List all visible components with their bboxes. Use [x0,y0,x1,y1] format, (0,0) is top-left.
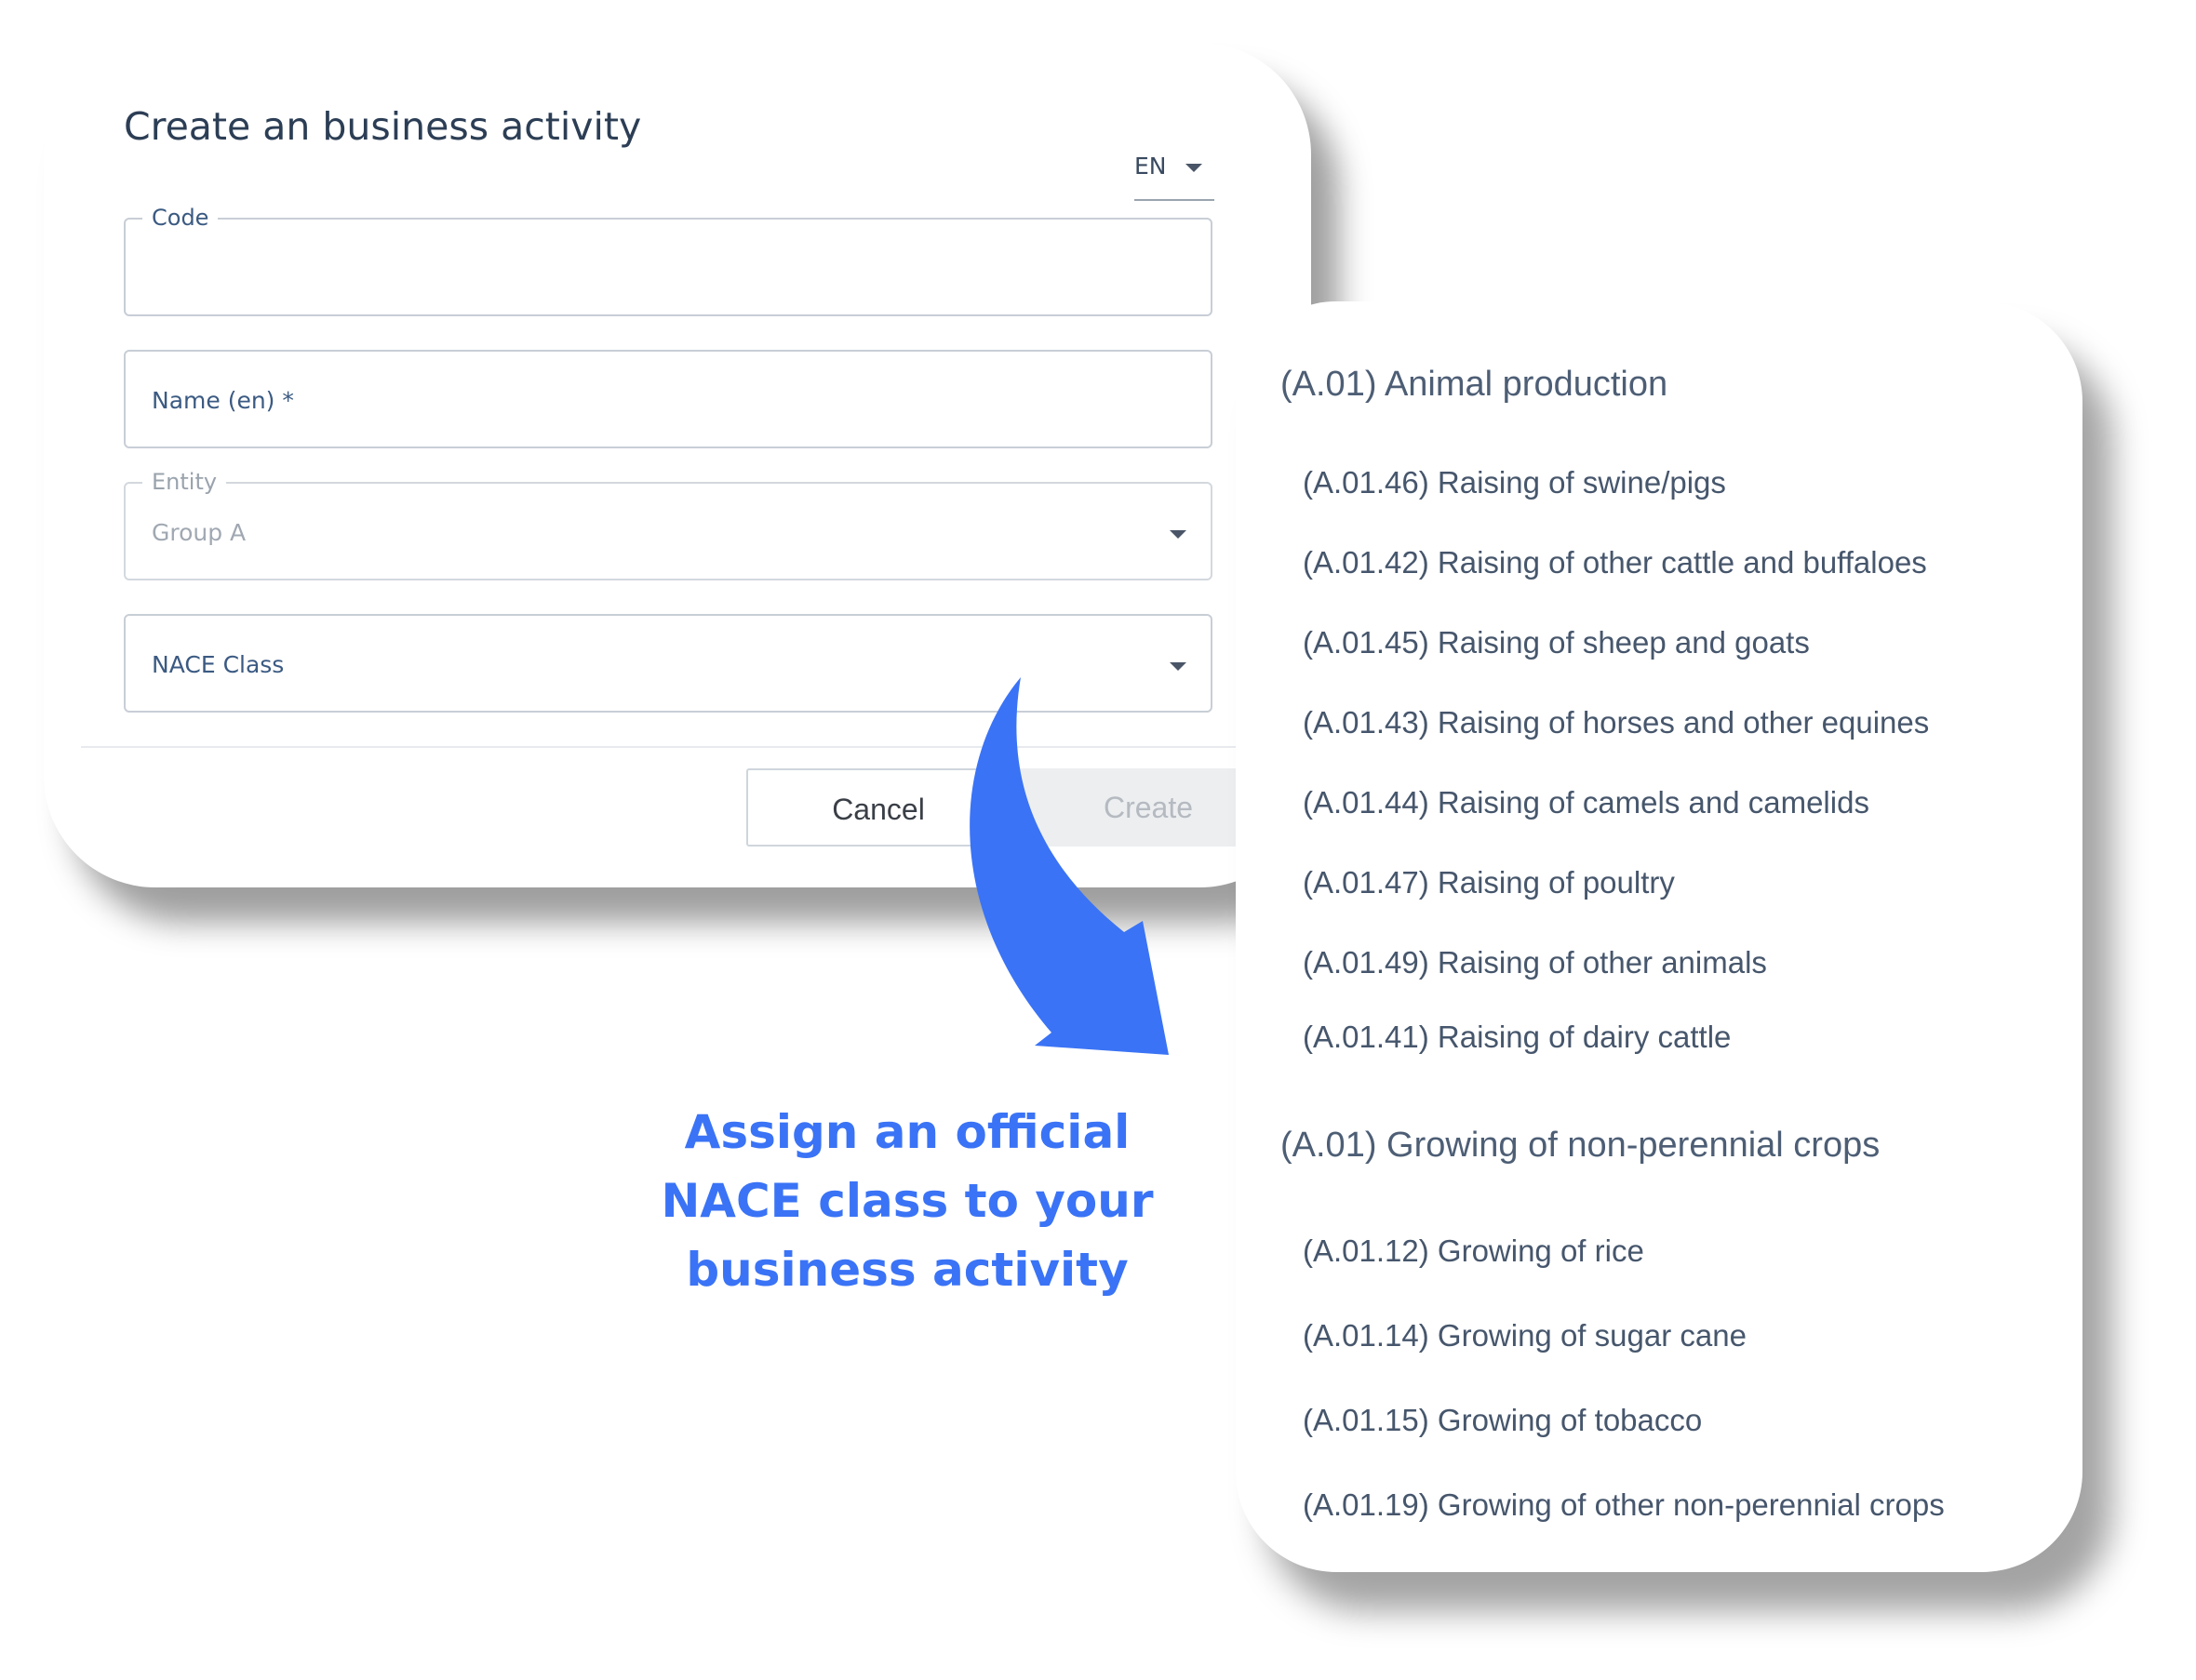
language-select[interactable]: EN [1134,153,1214,201]
promo-caption: Assign an official NACE class to your bu… [614,1098,1200,1304]
list-item[interactable]: (A.01.47) Raising of poultry [1303,865,1675,900]
chevron-down-icon [1185,164,1202,172]
list-item[interactable]: (A.01.44) Raising of camels and camelids [1303,785,1869,820]
list-item[interactable]: (A.01.43) Raising of horses and other eq… [1303,705,1929,740]
chevron-down-icon [1170,530,1186,539]
entity-label: Entity [142,469,227,495]
list-item[interactable]: (A.01.15) Growing of tobacco [1303,1403,1702,1438]
list-item[interactable]: (A.01.45) Raising of sheep and goats [1303,625,1810,660]
caption-line: business activity [686,1243,1129,1297]
group-header: (A.01) Growing of non-perennial crops [1280,1126,1881,1165]
dialog-title: Create an business activity [124,104,642,149]
curved-arrow-icon [970,677,1169,1055]
list-item[interactable]: (A.01.46) Raising of swine/pigs [1303,465,1726,500]
list-item[interactable]: (A.01.19) Growing of other non-perennial… [1303,1487,1945,1523]
group-header: (A.01) Animal production [1280,365,1668,404]
entity-select[interactable]: Entity Group A [124,469,1212,580]
entity-value: Group A [152,519,247,546]
nace-class-placeholder: NACE Class [152,651,285,678]
nace-class-dropdown-list: (A.01) Animal production (A.01.46) Raisi… [1236,301,2082,1572]
list-item[interactable]: (A.01.41) Raising of dairy cattle [1303,1020,1731,1055]
caption-line: NACE class to your [661,1174,1154,1228]
caption-line: Assign an official [684,1105,1131,1159]
language-value: EN [1134,153,1167,180]
list-item[interactable]: (A.01.42) Raising of other cattle and bu… [1303,545,1927,580]
list-item[interactable]: (A.01.14) Growing of sugar cane [1303,1318,1747,1353]
name-field[interactable]: Name (en) * [124,350,1212,448]
list-item[interactable]: (A.01.49) Raising of other animals [1303,945,1767,980]
name-placeholder: Name (en) * [152,387,294,414]
list-item[interactable]: (A.01.12) Growing of rice [1303,1233,1644,1269]
code-field[interactable]: Code [124,205,1212,316]
code-label: Code [142,205,219,231]
